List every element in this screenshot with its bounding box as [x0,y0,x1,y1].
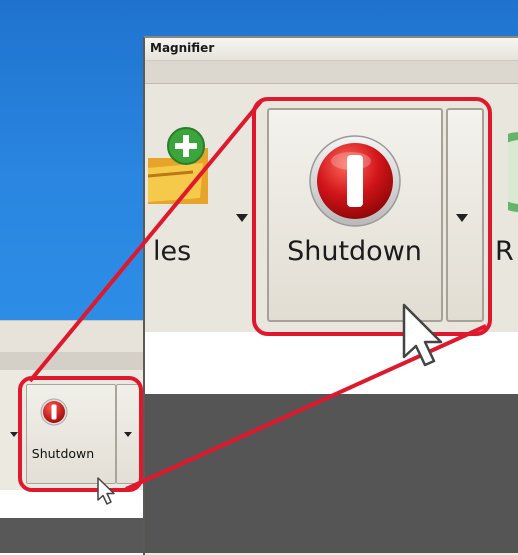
magnified-content-area [145,332,518,394]
files-button-label: les [153,236,192,267]
magnified-shutdown-label: Shutdown [287,236,422,267]
dropdown-arrow-icon[interactable] [10,432,18,437]
chevron-down-icon[interactable] [236,214,248,222]
shutdown-button-label: Shutdown [31,446,95,461]
content-area [0,490,150,518]
partial-icon [508,132,518,212]
chevron-down-icon [124,432,132,437]
shutdown-icon [309,135,401,227]
window-header-strip [0,320,150,353]
chevron-down-icon [456,214,468,222]
dark-panel [0,518,150,553]
magnified-menu-band [145,61,518,84]
next-button-label: R [495,236,514,267]
magnifier-title: Magnifier [150,41,215,55]
window-menu-band [0,352,150,370]
shutdown-dropdown-button[interactable] [116,384,140,484]
magnified-dark-panel [145,394,518,553]
shutdown-icon [40,398,68,426]
folder-add-icon [148,127,208,204]
